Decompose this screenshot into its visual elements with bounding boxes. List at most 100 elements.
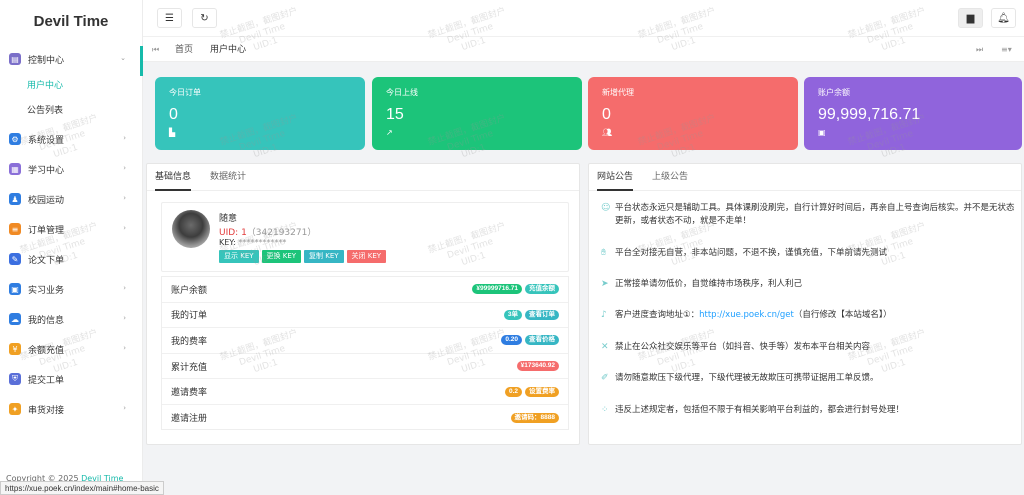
chart-icon: ↗ (386, 128, 393, 137)
chevron-right-icon: › (123, 404, 126, 412)
browser-status-bar: https://xue.poek.cn/index/main#home-basi… (0, 481, 164, 495)
edit-icon: ✐ (601, 373, 609, 383)
key-label: KEY: (219, 238, 236, 247)
sidebar-item-recharge[interactable]: ¥ 余额充值 › (0, 334, 142, 364)
key-value: ************ (238, 238, 287, 247)
loading-icon: ⁘ (601, 405, 609, 415)
chevron-down-icon: ⌄ (120, 54, 126, 62)
coin-icon: ¥ (9, 343, 21, 355)
tab-data-stats[interactable]: 数据统计 (210, 164, 246, 191)
uid-value: UID: 1 (219, 228, 247, 238)
sidebar-item-internship[interactable]: ▣ 实习业务 › (0, 274, 142, 304)
tab-options-icon[interactable]: ≡▾ (1001, 37, 1012, 63)
tab-user-center[interactable]: 用户中心 (210, 37, 246, 63)
shield-icon: ⛨ (9, 373, 21, 385)
notice-item: ✕ 禁止在公众社交娱乐等平台（如抖音、快手等）发布本平台相关内容 (601, 341, 1016, 354)
stat-card-today-online: 今日上线 15 ↗ (372, 77, 582, 150)
menu-toggle-button[interactable]: ☰ (157, 8, 182, 28)
refresh-button[interactable]: ↻ (192, 8, 217, 28)
tab-bar: ⏮ 首页 用户中心 ⏭ ≡▾ (143, 36, 1024, 62)
account-info-list: 账户余额 ¥99999716.71 充值余额 我的订单 3单 查看订单 我的费率… (161, 276, 569, 430)
notice-text: 客户进度查询地址①： (615, 310, 700, 320)
notice-text: 平台状态永远只是辅助工具。具体课刷没刷完，自行计算好时间后，再亲自上号查询后核实… (615, 203, 1015, 226)
sidebar-item-label: 学习中心 (28, 165, 65, 176)
dashboard-icon: ▤ (9, 53, 21, 65)
users-icon: 👥︎ (602, 128, 613, 137)
notice-item: ➤ 正常接单请勿低价，自觉维持市场秩序，利人利己 (601, 278, 1016, 291)
tab-basic-info[interactable]: 基础信息 (155, 164, 192, 191)
sidebar-item-control-center[interactable]: ▤ 控制中心 ⌄ (0, 44, 142, 74)
notice-item: ♪ 客户进度查询地址①：http://xue.poek.cn/get（自行修改【… (601, 309, 1016, 322)
sidebar-item-label: 控制中心 (28, 55, 65, 66)
stat-card-balance: 账户余额 99,999,716.71 ▣ (804, 77, 1022, 150)
sidebar-item-system-settings[interactable]: ⚙ 系统设置 › (0, 124, 142, 154)
sidebar-item-label: 订单管理 (28, 225, 65, 236)
sidebar-item-label: 串货对接 (28, 405, 65, 416)
sidebar-item-docking[interactable]: ✦ 串货对接 › (0, 394, 142, 424)
key-buttons: 显示 KEY 更换 KEY 复制 KEY 关闭 KEY (219, 250, 389, 263)
sidebar-item-label: 提交工单 (28, 375, 65, 386)
sidebar-item-my-info[interactable]: ☁ 我的信息 › (0, 304, 142, 334)
tab-scroll-left-icon[interactable]: ⏮ (152, 37, 159, 63)
view-price-button[interactable]: 查看价格 (525, 335, 559, 346)
notice-text: 正常接单请勿低价，自觉维持市场秩序，利人利己 (615, 279, 803, 289)
stat-card-today-orders: 今日订单 0 ▙ (155, 77, 365, 150)
stat-card-value: 0 (169, 106, 178, 123)
stat-card-title: 今日上线 (386, 88, 418, 97)
cloud-icon: ☁ (9, 313, 21, 325)
stat-card-value: 0 (602, 106, 611, 123)
list-item-invite-rate: 邀请费率 0.2 设置费率 (162, 379, 568, 405)
top-bar: ☰ ↻ ▆ 🔔︎ (143, 0, 1024, 36)
user-uid: UID: 1（342193271） (219, 225, 316, 238)
notice-text: 请勿随意欺压下级代理，下级代理被无故欺压可携带证据用工单反馈。 (615, 373, 879, 383)
sidebar-item-campus-sports[interactable]: ♟ 校园运动 › (0, 184, 142, 214)
compass-icon: ✦ (9, 403, 21, 415)
tab-scroll-right-icon[interactable]: ⏭ (976, 37, 983, 63)
invite-rate-badge: 0.2 (504, 386, 522, 397)
list-item-invite-register: 邀请注册 邀请码：8888 (162, 405, 568, 431)
chevron-right-icon: › (123, 134, 126, 142)
stat-card-title: 今日订单 (169, 88, 201, 97)
copy-key-button[interactable]: 复制 KEY (304, 250, 344, 263)
recharge-button[interactable]: 充值余额 (525, 284, 559, 295)
set-rate-button[interactable]: 设置费率 (525, 386, 559, 397)
sidebar-item-thesis-order[interactable]: ✎ 论文下单 (0, 244, 142, 274)
stat-card-value: 15 (386, 106, 404, 123)
progress-query-link[interactable]: http://xue.poek.cn/get (699, 310, 794, 320)
wallet-icon: ▣ (818, 128, 826, 137)
smile-icon: ☺ (601, 203, 611, 213)
show-key-button[interactable]: 显示 KEY (219, 250, 259, 263)
chevron-right-icon: › (123, 344, 126, 352)
notice-tabs: 网站公告 上级公告 (589, 164, 1021, 191)
app-logo[interactable]: Devil Time (0, 0, 142, 44)
sidebar-item-submit-ticket[interactable]: ⛨ 提交工单 (0, 364, 142, 394)
notice-panel: 网站公告 上级公告 ☺ 平台状态永远只是辅助工具。具体课刷没刷完，自行计算好时间… (588, 163, 1022, 445)
sidebar-item-label: 校园运动 (28, 195, 65, 206)
bell-icon: ♪ (601, 310, 607, 320)
list-item-total-recharge: 累计充值 ¥173640.92 (162, 354, 568, 380)
tab-home[interactable]: 首页 (175, 37, 193, 63)
sidebar-item-learning-center[interactable]: ▦ 学习中心 › (0, 154, 142, 184)
close-key-button[interactable]: 关闭 KEY (346, 250, 387, 263)
view-orders-button[interactable]: 查看订单 (525, 309, 559, 320)
order-count-badge: 3单 (503, 309, 522, 320)
row-label: 我的费率 (171, 336, 208, 347)
notice-text: 违反上述规定者，包括但不限于有相关影响平台利益的，都会进行封号处理！ (615, 405, 905, 415)
sidebar-item-order-management[interactable]: ≡ 订单管理 › (0, 214, 142, 244)
total-recharge-badge: ¥173640.92 (516, 361, 559, 372)
list-item-balance: 账户余额 ¥99999716.71 充值余额 (162, 277, 568, 303)
notice-item: ✐ 请勿随意欺压下级代理，下级代理被无故欺压可携带证据用工单反馈。 (601, 372, 1016, 385)
notification-button[interactable]: 🔔︎ (991, 8, 1016, 28)
chevron-right-icon: › (123, 224, 126, 232)
hand-icon: ✋︎ (601, 248, 607, 258)
change-key-button[interactable]: 更换 KEY (261, 250, 302, 263)
tab-site-notice[interactable]: 网站公告 (597, 164, 634, 191)
notice-item: ✋︎ 平台全对接无自营，非本站问题，不退不换，谨慎充值，下单前请先测试 (601, 247, 1016, 260)
sidebar-subitem-notice-list[interactable]: 公告列表 (0, 99, 142, 124)
sidebar-subitem-user-center[interactable]: 用户中心 (0, 74, 142, 99)
avatar-button[interactable]: ▆ (958, 8, 983, 28)
tab-upper-notice[interactable]: 上级公告 (652, 164, 688, 191)
sidebar-item-label: 论文下单 (28, 255, 65, 266)
calendar-icon: ▣ (9, 283, 21, 295)
user-key: KEY: ************ (219, 238, 286, 247)
